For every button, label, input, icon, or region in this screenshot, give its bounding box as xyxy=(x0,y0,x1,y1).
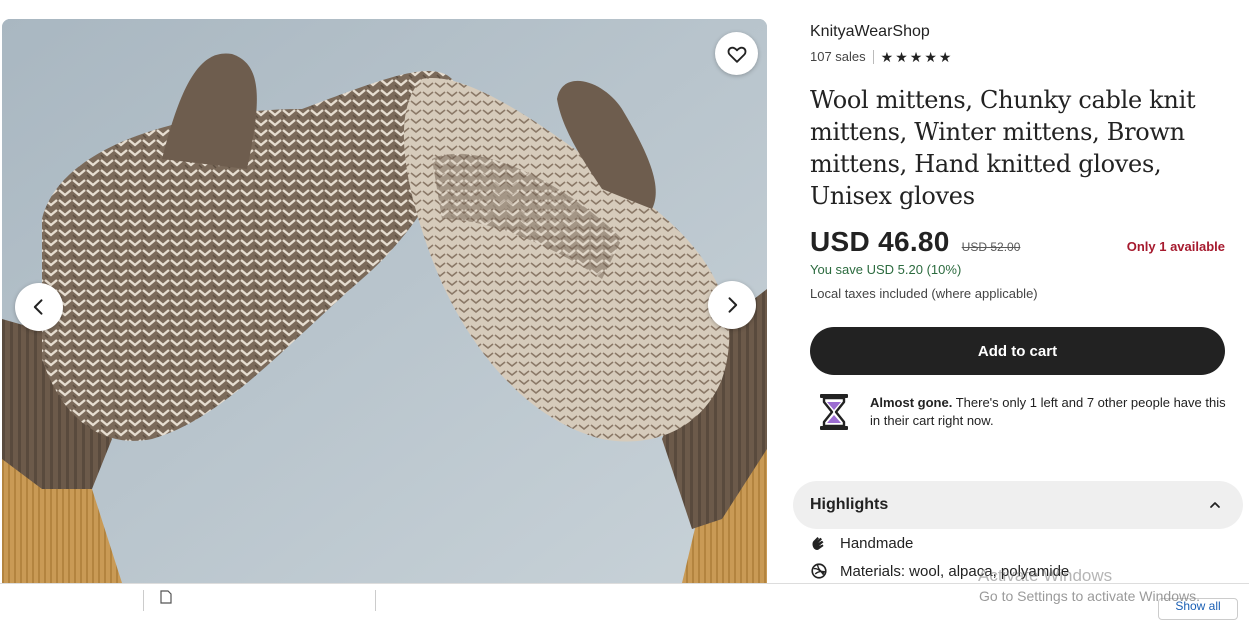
download-item[interactable] xyxy=(0,590,130,611)
star-icon: ★ xyxy=(938,48,952,65)
product-photo xyxy=(2,19,767,583)
savings-text: You save USD 5.20 (10%) xyxy=(810,262,962,277)
hourglass-icon xyxy=(820,394,848,430)
activation-watermark-title: Activate Windows xyxy=(978,566,1113,585)
scarcity-alert: Almost gone. There's only 1 left and 7 o… xyxy=(816,392,1226,432)
next-image-button[interactable] xyxy=(708,281,756,329)
heart-outline-icon xyxy=(727,46,746,63)
sales-count: 107 sales xyxy=(810,49,866,64)
previous-image-button[interactable] xyxy=(15,283,63,331)
highlights-toggle[interactable]: Highlights xyxy=(793,481,1243,529)
star-rating[interactable]: ★ ★ ★ ★ ★ xyxy=(881,50,952,64)
yarn-icon xyxy=(811,563,827,579)
highlight-handmade: Handmade xyxy=(840,534,914,552)
shop-sales-rating: 107 sales ★ ★ ★ ★ ★ xyxy=(810,49,951,64)
chevron-up-icon xyxy=(1210,502,1220,508)
file-icon xyxy=(160,590,172,604)
scarcity-bold: Almost gone. xyxy=(870,395,953,410)
add-to-cart-button[interactable]: Add to cart xyxy=(810,327,1225,375)
chevron-right-icon xyxy=(728,297,738,313)
shop-name-link[interactable]: KnityaWearShop xyxy=(810,23,930,41)
download-item[interactable] xyxy=(160,590,360,611)
divider xyxy=(375,590,376,611)
star-icon: ★ xyxy=(924,48,937,65)
availability-notice: Only 1 available xyxy=(1126,239,1225,254)
divider xyxy=(143,590,144,611)
star-icon: ★ xyxy=(895,48,908,65)
highlights-label: Highlights xyxy=(810,496,889,513)
chevron-left-icon xyxy=(33,299,43,315)
activation-watermark-subtitle: Go to Settings to activate Windows. xyxy=(979,588,1200,604)
taxes-note: Local taxes included (where applicable) xyxy=(810,286,1038,301)
hand-icon xyxy=(812,537,824,550)
price-row: USD 46.80 USD 52.00 Only 1 available xyxy=(810,226,1225,258)
favorite-button[interactable] xyxy=(715,32,758,75)
scarcity-message: Almost gone. There's only 1 left and 7 o… xyxy=(870,392,1226,432)
highlight-item: Handmade xyxy=(810,534,913,552)
divider xyxy=(872,49,874,64)
product-image-gallery[interactable] xyxy=(2,19,767,583)
sale-price: USD 46.80 xyxy=(810,226,950,257)
product-title: Wool mittens, Chunky cable knit mittens,… xyxy=(810,86,1196,210)
star-icon: ★ xyxy=(909,48,923,65)
star-icon: ★ xyxy=(880,48,894,65)
original-price: USD 52.00 xyxy=(961,240,1021,254)
